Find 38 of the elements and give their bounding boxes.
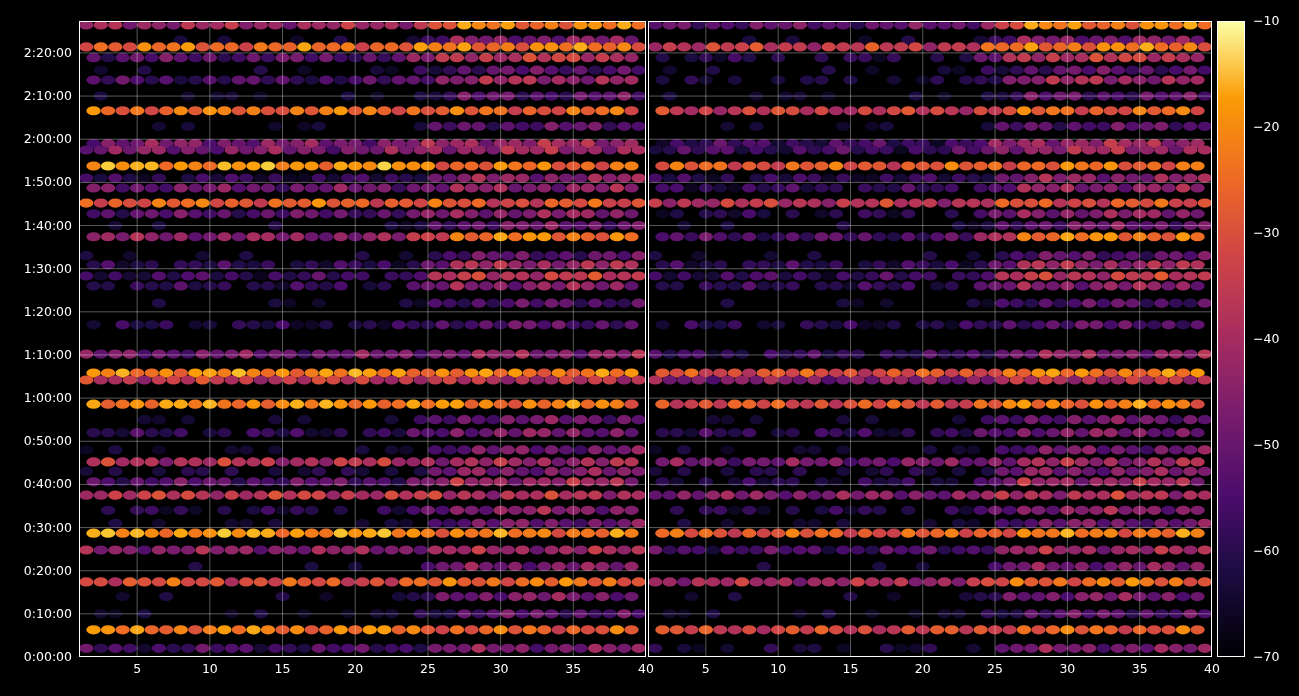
x-tick-label: 30: [1059, 662, 1076, 676]
x-tick-label: 40: [638, 662, 654, 676]
y-tick-label: 0:00:00: [23, 650, 72, 664]
y-tick-label: 1:50:00: [23, 175, 72, 190]
x-tick-label: 5: [701, 662, 710, 676]
x-tick-label: 25: [419, 662, 436, 676]
x-tick-label: 35: [1131, 662, 1148, 676]
y-tick-label: 0:20:00: [23, 563, 72, 578]
y-tick-label: 0:50:00: [23, 434, 72, 449]
x-tick-label: 10: [201, 662, 218, 676]
y-tick-label: 1:30:00: [23, 261, 72, 276]
colorbar-tick-label: −70: [1253, 650, 1280, 664]
x-tick-label: 25: [987, 662, 1003, 676]
colorbar-tick-label: −40: [1253, 332, 1280, 346]
x-tick-label: 35: [565, 662, 582, 676]
x-tick-label: 15: [842, 662, 859, 676]
colorbar-tick-label: −50: [1253, 438, 1280, 452]
y-tick-label: 0:40:00: [23, 477, 72, 492]
x-tick-label: 40: [1204, 662, 1220, 676]
colorbar-tick-label: −30: [1253, 226, 1280, 240]
y-tick-label: 2:00:00: [23, 132, 72, 147]
y-tick-label: 0:10:00: [23, 606, 72, 621]
y-tick-label: 1:00:00: [23, 391, 72, 406]
x-tick-label: 30: [492, 662, 509, 676]
colorbar-tick-label: −60: [1253, 544, 1280, 558]
x-tick-label: 15: [274, 662, 291, 676]
colorbar-tick-label: −10: [1253, 14, 1280, 28]
x-tick-label: 5: [133, 662, 142, 676]
y-tick-label: 1:40:00: [23, 218, 72, 233]
y-tick-label: 1:20:00: [23, 304, 72, 319]
x-tick-label: 10: [770, 662, 787, 676]
y-tick-label: 0:30:00: [23, 520, 72, 535]
y-tick-label: 1:10:00: [23, 347, 72, 362]
x-tick-label: 20: [914, 662, 931, 676]
y-tick-label: 2:20:00: [23, 45, 72, 60]
colorbar-tick-label: −20: [1253, 120, 1280, 134]
y-tick-label: 2:10:00: [23, 89, 72, 104]
x-tick-label: 20: [347, 662, 364, 676]
